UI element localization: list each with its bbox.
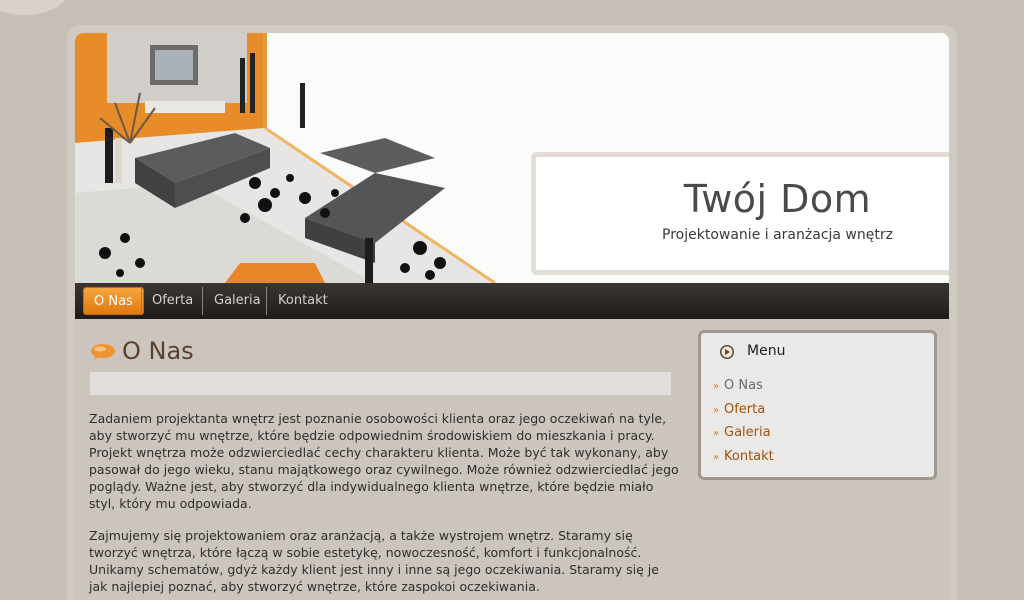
nav-item-oferta[interactable]: Oferta bbox=[142, 287, 203, 315]
sidebar-menu-list: » O Nas » Oferta » Galeria » Kontakt bbox=[713, 378, 774, 472]
header-banner: Twój Dom Projektowanie i aranżacja wnętr… bbox=[75, 33, 949, 283]
sidebar-item-oferta[interactable]: » Oferta bbox=[713, 402, 774, 426]
sidebar-item-label[interactable]: Kontakt bbox=[724, 449, 774, 464]
nav-divider bbox=[266, 287, 267, 315]
speech-bubble-icon bbox=[91, 344, 115, 360]
content-paragraph: Zajmujemy się projektowaniem oraz aranża… bbox=[89, 528, 659, 594]
menu-title: Menu bbox=[747, 343, 786, 359]
sidebar-item-galeria[interactable]: » Galeria bbox=[713, 425, 774, 449]
nav-item-galeria[interactable]: Galeria bbox=[204, 287, 271, 315]
double-chevron-icon: » bbox=[713, 428, 720, 439]
nav-item-o-nas[interactable]: O Nas bbox=[83, 287, 144, 315]
main-navigation: O Nas Oferta Galeria Kontakt bbox=[75, 283, 949, 319]
site-title-box: Twój Dom Projektowanie i aranżacja wnętr… bbox=[531, 152, 949, 275]
double-chevron-icon: » bbox=[713, 404, 720, 416]
sidebar-item-o-nas[interactable]: » O Nas bbox=[713, 378, 774, 402]
page-title: O Nas bbox=[122, 337, 194, 365]
double-chevron-icon: » bbox=[713, 451, 720, 463]
content-paragraph: Zadaniem projektanta wnętrz jest poznani… bbox=[89, 411, 679, 511]
arrow-circle-icon bbox=[720, 345, 734, 359]
site-subtitle: Projektowanie i aranżacja wnętrz bbox=[662, 227, 893, 243]
sidebar-item-kontakt[interactable]: » Kontakt bbox=[713, 449, 774, 473]
sidebar-item-label[interactable]: Galeria bbox=[724, 425, 771, 440]
background-decoration bbox=[0, 0, 70, 15]
double-chevron-icon: » bbox=[713, 381, 720, 392]
nav-item-kontakt[interactable]: Kontakt bbox=[268, 287, 338, 315]
title-underline-bar bbox=[90, 372, 671, 395]
site-title: Twój Dom bbox=[683, 177, 872, 221]
sidebar-menu-box: Menu » O Nas » Oferta » Galeria » Kontakt bbox=[698, 330, 937, 480]
sidebar-item-label[interactable]: O Nas bbox=[724, 378, 763, 393]
nav-divider bbox=[202, 287, 203, 315]
sidebar-item-label[interactable]: Oferta bbox=[724, 402, 765, 417]
